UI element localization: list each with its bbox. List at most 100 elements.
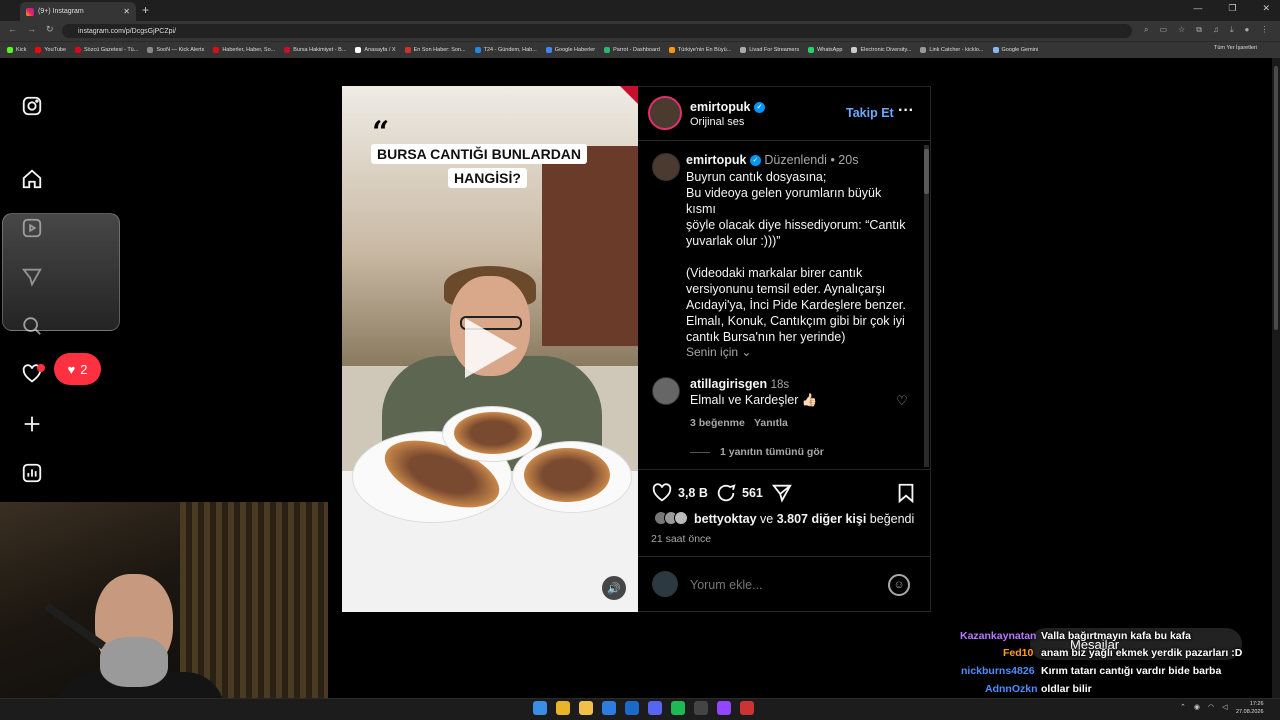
author-avatar[interactable]	[648, 96, 682, 130]
reload-icon[interactable]: ↻	[46, 24, 54, 35]
page-scrollbar[interactable]	[1272, 58, 1280, 698]
downloads-icon[interactable]: ⤓	[1230, 25, 1234, 35]
create-icon[interactable]	[20, 412, 44, 436]
comment-input[interactable]	[690, 576, 870, 594]
caption-username[interactable]: emirtopuk	[686, 153, 746, 167]
bookmark-item[interactable]: Google Gemini	[992, 47, 1038, 53]
author-username[interactable]: emirtopuk ✓	[690, 100, 765, 114]
app3-icon[interactable]	[740, 701, 754, 715]
comment-avatar[interactable]	[652, 377, 680, 405]
clock[interactable]: 17:26 27.08.2026	[1236, 700, 1264, 716]
bookmark-item[interactable]: Türkiye'nin En Büyü...	[668, 47, 731, 53]
app2-icon[interactable]	[694, 701, 708, 715]
forward-icon[interactable]: →	[27, 24, 36, 35]
bookmark-item[interactable]: YouTube	[35, 47, 66, 53]
bookmark-item[interactable]: Link Catcher - kicklo...	[920, 47, 984, 53]
bookmark-item[interactable]: SooN — Kick Alerts	[147, 47, 204, 53]
notification-badge[interactable]: ♥ 2	[54, 353, 101, 385]
bookmark-item[interactable]: Electronic Diversity...	[851, 47, 911, 53]
wifi-icon[interactable]: ◠	[1208, 703, 1214, 711]
url-input[interactable]: instagram.com/p/DcgsGjPCZpi/	[62, 24, 1132, 38]
explorer-icon[interactable]	[579, 701, 593, 715]
bookmark-favicon-icon	[545, 47, 552, 53]
chevron-up-icon[interactable]: ⌃	[1180, 703, 1186, 711]
bookmark-item[interactable]: T24 - Gündem, Hab...	[474, 47, 537, 53]
dashboard-icon[interactable]	[20, 461, 44, 485]
emoji-icon[interactable]: ☺	[888, 574, 910, 596]
new-tab-button[interactable]: +	[142, 3, 149, 17]
start-icon[interactable]	[533, 701, 547, 715]
comment-username[interactable]: atillagirisgen	[690, 377, 767, 391]
bookmark-item[interactable]: Kick	[7, 47, 26, 53]
bookmark-item[interactable]: Bursa Hakimiyet - B...	[284, 47, 346, 53]
comment-divider	[638, 556, 930, 557]
like-action[interactable]: 3,8 B	[651, 482, 708, 504]
bookmark-favicon-icon	[808, 47, 815, 53]
comment-action[interactable]: 561	[715, 482, 763, 504]
all-bookmarks-link[interactable]: Tüm Yer İşaretleri	[1214, 45, 1257, 51]
follow-button[interactable]: Takip Et	[846, 106, 894, 120]
profile-icon[interactable]: ●	[1244, 25, 1249, 35]
chat-username[interactable]: nickburns4826	[961, 665, 1035, 677]
bookmark-item[interactable]: Sözcü Gazetesi - Tü...	[75, 47, 138, 53]
volume-icon[interactable]: 🔊	[602, 576, 626, 600]
comment-like-icon[interactable]: ♡	[896, 393, 908, 409]
caption-text: Buyrun cantık dosyasına; Bu videoya gele…	[686, 170, 906, 344]
bookmark-item[interactable]: Haberler, Haber, So...	[213, 47, 275, 53]
chrome-icon[interactable]	[556, 701, 570, 715]
chat-message: Valla bağırtmayın kafa bu kafa	[1041, 630, 1191, 642]
close-window-icon[interactable]: ✕	[1262, 3, 1270, 14]
chat-username[interactable]: AdnnOzkn	[985, 683, 1038, 695]
instagram-icon[interactable]	[20, 94, 44, 118]
maximize-icon[interactable]: ❐	[1228, 3, 1236, 14]
comment-likes[interactable]: 3 beğenme	[690, 417, 745, 429]
browser-tab[interactable]: (9+) Instagram ✕	[20, 2, 136, 21]
comments-scrollbar[interactable]	[924, 145, 929, 467]
view-replies-button[interactable]: 1 yanıtın tümünü gör	[720, 446, 824, 458]
chat-username[interactable]: Fed10	[1003, 647, 1033, 659]
chat-message: Kırım tatarı cantığı vardır bide barba	[1041, 665, 1222, 677]
like-icon	[652, 483, 672, 502]
menu-icon[interactable]: ⋮	[1260, 25, 1268, 35]
close-tab-icon[interactable]: ✕	[123, 7, 130, 16]
media-icon[interactable]: ♫	[1213, 25, 1219, 35]
bookmark-item[interactable]: WhatsApp	[808, 47, 842, 53]
for-you-dropdown[interactable]: Senin için ⌄	[686, 345, 751, 359]
minimize-icon[interactable]: —	[1193, 3, 1202, 14]
star-icon[interactable]: ☆	[1178, 25, 1185, 35]
network-icon[interactable]: ◉	[1194, 703, 1200, 711]
home-icon[interactable]	[20, 167, 44, 191]
notification-dot	[37, 364, 45, 372]
zoom-icon[interactable]: ⌕	[1144, 25, 1148, 35]
spotify-icon[interactable]	[671, 701, 685, 715]
bookmark-item[interactable]: Google Haberler	[545, 47, 595, 53]
likes-count: 3,8 B	[678, 486, 708, 500]
bookmark-item[interactable]: Parrot - Dashboard	[604, 47, 660, 53]
liked-by-others[interactable]: 3.807 diğer kişi	[777, 512, 867, 526]
more-options-icon[interactable]: ···	[898, 102, 914, 120]
chevron-down-icon: ⌄	[741, 345, 752, 359]
speaker-icon[interactable]: ◁	[1222, 703, 1227, 711]
app-icon[interactable]	[602, 701, 616, 715]
chat-username[interactable]: Kazankaynatan	[960, 630, 1036, 642]
liked-by-user[interactable]: bettyoktay	[694, 512, 757, 526]
bookmark-item[interactable]: En Son Haber: Son...	[404, 47, 466, 53]
audio-label[interactable]: Orijinal ses	[690, 116, 744, 128]
twitch-icon[interactable]	[717, 701, 731, 715]
steam-icon[interactable]	[625, 701, 639, 715]
cast-icon[interactable]: ▭	[1159, 25, 1167, 35]
comments-count: 561	[742, 486, 763, 500]
discord-icon[interactable]	[648, 701, 662, 715]
caption-avatar[interactable]	[652, 153, 680, 181]
bookmark-favicon-icon	[213, 47, 220, 53]
bookmark-favicon-icon	[147, 47, 154, 53]
back-icon[interactable]: ←	[8, 24, 17, 35]
play-icon[interactable]	[465, 318, 517, 378]
chat-message: oldlar bilir	[1041, 683, 1092, 695]
share-icon[interactable]	[771, 482, 793, 509]
save-icon[interactable]	[895, 482, 917, 509]
reply-button[interactable]: Yanıtla	[754, 417, 788, 429]
bookmark-item[interactable]: Anasayfa / X	[355, 47, 396, 53]
extensions-icon[interactable]: ⧉	[1196, 25, 1202, 35]
bookmark-item[interactable]: Livad For Streamers	[740, 47, 799, 53]
